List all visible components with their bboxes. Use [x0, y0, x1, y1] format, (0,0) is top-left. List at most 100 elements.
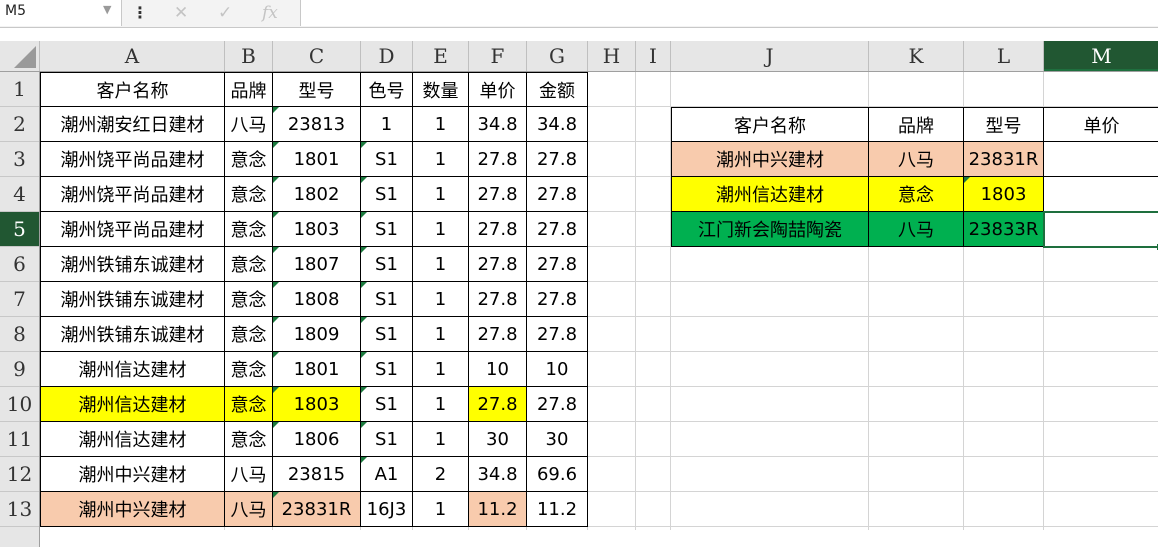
amount-cell[interactable]: 27.8	[527, 212, 588, 247]
model-cell[interactable]: 1809	[273, 317, 361, 352]
lookup-model-cell[interactable]: 1803	[964, 177, 1044, 212]
header-quantity[interactable]: 数量	[413, 72, 469, 107]
header-color-code[interactable]: 色号	[361, 72, 413, 107]
row-header-11[interactable]: 11	[0, 422, 39, 457]
quantity-cell[interactable]: 1	[413, 107, 469, 142]
brand-cell[interactable]: 意念	[225, 387, 273, 422]
row-header-12[interactable]: 12	[0, 457, 39, 492]
unit-price-cell[interactable]: 27.8	[469, 282, 527, 317]
column-header-a[interactable]: A	[40, 41, 225, 71]
formula-input[interactable]	[300, 0, 1158, 26]
row-header-13[interactable]: 13	[0, 492, 39, 527]
customer-name-cell[interactable]: 潮州信达建材	[40, 387, 225, 422]
color-code-cell[interactable]: S1	[361, 247, 413, 282]
model-cell[interactable]: 1806	[273, 422, 361, 457]
model-cell[interactable]: 1801	[273, 352, 361, 387]
lookup-unit-price-cell[interactable]	[1044, 142, 1158, 177]
color-code-cell[interactable]: S1	[361, 177, 413, 212]
quantity-cell[interactable]: 1	[413, 212, 469, 247]
chevron-down-icon[interactable]: ▼	[103, 3, 111, 16]
brand-cell[interactable]: 意念	[225, 247, 273, 282]
model-cell[interactable]: 1803	[273, 387, 361, 422]
row-header-3[interactable]: 3	[0, 142, 39, 177]
quantity-cell[interactable]: 1	[413, 317, 469, 352]
amount-cell[interactable]: 27.8	[527, 387, 588, 422]
row-header-9[interactable]: 9	[0, 352, 39, 387]
quantity-cell[interactable]: 1	[413, 352, 469, 387]
header-brand[interactable]: 品牌	[225, 72, 273, 107]
column-header-i[interactable]: I	[636, 41, 671, 71]
unit-price-cell[interactable]: 27.8	[469, 387, 527, 422]
unit-price-cell[interactable]: 30	[469, 422, 527, 457]
cancel-icon[interactable]: ✕	[174, 0, 188, 26]
customer-name-cell[interactable]: 潮州铁铺东诚建材	[40, 247, 225, 282]
quantity-cell[interactable]: 1	[413, 247, 469, 282]
column-header-h[interactable]: H	[588, 41, 636, 71]
header-model[interactable]: 型号	[273, 72, 361, 107]
model-cell[interactable]: 23813	[273, 107, 361, 142]
unit-price-cell[interactable]: 27.8	[469, 212, 527, 247]
color-code-cell[interactable]: S1	[361, 317, 413, 352]
customer-name-cell[interactable]: 潮州中兴建材	[40, 457, 225, 492]
brand-cell[interactable]: 意念	[225, 212, 273, 247]
column-header-f[interactable]: F	[469, 41, 527, 71]
model-cell[interactable]: 23831R	[273, 492, 361, 527]
row-header-6[interactable]: 6	[0, 247, 39, 282]
color-code-cell[interactable]: S1	[361, 212, 413, 247]
unit-price-cell[interactable]: 27.8	[469, 317, 527, 352]
customer-name-cell[interactable]: 潮州铁铺东诚建材	[40, 282, 225, 317]
brand-cell[interactable]: 意念	[225, 282, 273, 317]
unit-price-cell[interactable]: 11.2	[469, 492, 527, 527]
lookup-customer-name-cell[interactable]: 潮州中兴建材	[671, 142, 869, 177]
lookup-header-customer-name[interactable]: 客户名称	[671, 107, 869, 142]
quantity-cell[interactable]: 1	[413, 387, 469, 422]
row-header-2[interactable]: 2	[0, 107, 39, 142]
customer-name-cell[interactable]: 潮州中兴建材	[40, 492, 225, 527]
customer-name-cell[interactable]: 潮州饶平尚品建材	[40, 142, 225, 177]
quantity-cell[interactable]: 1	[413, 492, 469, 527]
lookup-model-cell[interactable]: 23831R	[964, 142, 1044, 177]
header-customer-name[interactable]: 客户名称	[40, 72, 225, 107]
row-header-8[interactable]: 8	[0, 317, 39, 352]
lookup-model-cell[interactable]: 23833R	[964, 212, 1044, 247]
row-header-5[interactable]: 5	[0, 212, 39, 247]
unit-price-cell[interactable]: 34.8	[469, 457, 527, 492]
enter-check-icon[interactable]: ✓	[218, 0, 232, 26]
customer-name-cell[interactable]: 潮州潮安红日建材	[40, 107, 225, 142]
name-box[interactable]: M5 ▼	[0, 0, 122, 26]
brand-cell[interactable]: 意念	[225, 352, 273, 387]
row-header-4[interactable]: 4	[0, 177, 39, 212]
row-header-10[interactable]: 10	[0, 387, 39, 422]
more-options-icon[interactable]: ⋮	[128, 0, 152, 26]
insert-function-icon[interactable]: fx	[262, 0, 278, 26]
customer-name-cell[interactable]: 潮州饶平尚品建材	[40, 212, 225, 247]
color-code-cell[interactable]: S1	[361, 387, 413, 422]
brand-cell[interactable]: 意念	[225, 142, 273, 177]
amount-cell[interactable]: 34.8	[527, 107, 588, 142]
lookup-customer-name-cell[interactable]: 江门新会陶喆陶瓷	[671, 212, 869, 247]
spreadsheet-grid[interactable]: 客户名称 品牌 型号 色号 数量 单价 金额 潮州潮安红日建材 八马 23813 1 1 34.8 34.…	[0, 41, 1158, 547]
unit-price-cell[interactable]: 10	[469, 352, 527, 387]
amount-cell[interactable]: 27.8	[527, 317, 588, 352]
lookup-brand-cell[interactable]: 意念	[869, 177, 964, 212]
column-header-m[interactable]: M	[1044, 41, 1158, 71]
header-amount[interactable]: 金额	[527, 72, 588, 107]
quantity-cell[interactable]: 2	[413, 457, 469, 492]
lookup-customer-name-cell[interactable]: 潮州信达建材	[671, 177, 869, 212]
select-all-corner[interactable]	[0, 41, 40, 71]
color-code-cell[interactable]: S1	[361, 142, 413, 177]
customer-name-cell[interactable]: 潮州信达建材	[40, 352, 225, 387]
brand-cell[interactable]: 意念	[225, 177, 273, 212]
brand-cell[interactable]: 八马	[225, 107, 273, 142]
row-header-7[interactable]: 7	[0, 282, 39, 317]
unit-price-cell[interactable]: 27.8	[469, 247, 527, 282]
brand-cell[interactable]: 八马	[225, 457, 273, 492]
amount-cell[interactable]: 30	[527, 422, 588, 457]
amount-cell[interactable]: 27.8	[527, 282, 588, 317]
brand-cell[interactable]: 意念	[225, 422, 273, 457]
brand-cell[interactable]: 八马	[225, 492, 273, 527]
lookup-brand-cell[interactable]: 八马	[869, 212, 964, 247]
model-cell[interactable]: 1807	[273, 247, 361, 282]
customer-name-cell[interactable]: 潮州铁铺东诚建材	[40, 317, 225, 352]
color-code-cell[interactable]: S1	[361, 352, 413, 387]
